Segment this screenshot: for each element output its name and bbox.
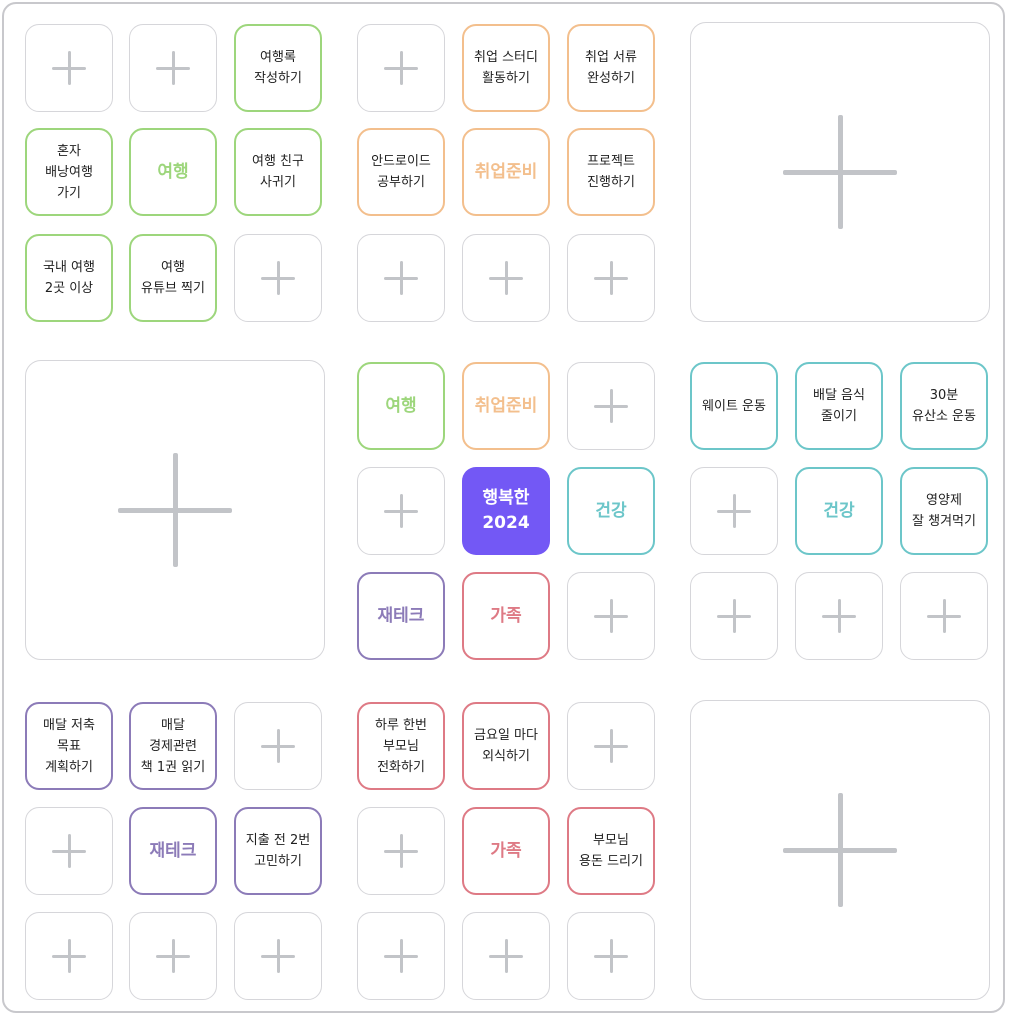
finance-block-center[interactable]: 재테크 <box>129 807 217 895</box>
plus-icon <box>384 939 418 973</box>
travel-action-cell[interactable]: 여행 유튜브 찍기 <box>129 234 217 322</box>
empty-block-2[interactable] <box>25 360 325 660</box>
plus-icon <box>927 599 961 633</box>
health-action-cell[interactable]: 30분 유산소 운동 <box>900 362 988 450</box>
family-action-cell[interactable]: 금요일 마다 외식하기 <box>462 702 550 790</box>
empty-goal-cell[interactable] <box>25 807 113 895</box>
family-block-center[interactable]: 가족 <box>462 807 550 895</box>
career-action-cell[interactable]: 취업 스터디 활동하기 <box>462 24 550 112</box>
mandalart-board: 여행록 작성하기 혼자 배낭여행 가기 여행 여행 친구 사귀기 국내 여행 2곳 이상… <box>2 2 1005 1013</box>
plus-icon <box>156 939 190 973</box>
empty-goal-cell[interactable] <box>234 702 322 790</box>
empty-goal-cell[interactable] <box>567 572 655 660</box>
core-goal-health[interactable]: 건강 <box>567 467 655 555</box>
core-goal-family[interactable]: 가족 <box>462 572 550 660</box>
empty-goal-cell[interactable] <box>795 572 883 660</box>
plus-icon <box>261 261 295 295</box>
plus-icon <box>384 494 418 528</box>
empty-block-1[interactable] <box>690 22 990 322</box>
empty-goal-cell[interactable] <box>357 467 445 555</box>
family-action-cell[interactable]: 하루 한번 부모님 전화하기 <box>357 702 445 790</box>
plus-icon <box>384 261 418 295</box>
empty-goal-cell[interactable] <box>234 234 322 322</box>
empty-goal-cell[interactable] <box>129 912 217 1000</box>
family-action-cell[interactable]: 부모님 용돈 드리기 <box>567 807 655 895</box>
plus-icon <box>594 729 628 763</box>
empty-goal-cell[interactable] <box>567 912 655 1000</box>
career-action-cell[interactable]: 프로젝트 진행하기 <box>567 128 655 216</box>
travel-action-cell[interactable]: 국내 여행 2곳 이상 <box>25 234 113 322</box>
empty-goal-cell[interactable] <box>25 912 113 1000</box>
empty-goal-cell[interactable] <box>357 234 445 322</box>
plus-icon <box>594 261 628 295</box>
main-goal-cell[interactable]: 행복한 2024 <box>462 467 550 555</box>
career-action-cell[interactable]: 취업 서류 완성하기 <box>567 24 655 112</box>
empty-goal-cell[interactable] <box>462 912 550 1000</box>
plus-icon <box>52 51 86 85</box>
plus-icon <box>489 261 523 295</box>
finance-action-cell[interactable]: 매달 경제관련 책 1권 읽기 <box>129 702 217 790</box>
health-action-cell[interactable]: 영양제 잘 챙겨먹기 <box>900 467 988 555</box>
health-block-center[interactable]: 건강 <box>795 467 883 555</box>
health-action-cell[interactable]: 웨이트 운동 <box>690 362 778 450</box>
empty-goal-cell[interactable] <box>690 572 778 660</box>
empty-goal-cell[interactable] <box>129 24 217 112</box>
plus-icon <box>52 834 86 868</box>
finance-action-cell[interactable]: 매달 저축 목표 계획하기 <box>25 702 113 790</box>
empty-goal-cell[interactable] <box>357 807 445 895</box>
plus-icon <box>594 389 628 423</box>
finance-action-cell[interactable]: 지출 전 2번 고민하기 <box>234 807 322 895</box>
core-goal-career[interactable]: 취업준비 <box>462 362 550 450</box>
travel-action-cell[interactable]: 여행 친구 사귀기 <box>234 128 322 216</box>
travel-action-cell[interactable]: 혼자 배낭여행 가기 <box>25 128 113 216</box>
plus-icon <box>156 51 190 85</box>
plus-icon <box>783 115 897 229</box>
empty-goal-cell[interactable] <box>690 467 778 555</box>
plus-icon <box>118 453 232 567</box>
core-goal-travel[interactable]: 여행 <box>357 362 445 450</box>
plus-icon <box>489 939 523 973</box>
plus-icon <box>717 599 751 633</box>
plus-icon <box>52 939 86 973</box>
empty-goal-cell[interactable] <box>357 912 445 1000</box>
plus-icon <box>594 939 628 973</box>
empty-goal-cell[interactable] <box>234 912 322 1000</box>
plus-icon <box>717 494 751 528</box>
core-goal-finance[interactable]: 재테크 <box>357 572 445 660</box>
plus-icon <box>783 793 897 907</box>
empty-goal-cell[interactable] <box>567 234 655 322</box>
empty-goal-cell[interactable] <box>900 572 988 660</box>
career-action-cell[interactable]: 안드로이드 공부하기 <box>357 128 445 216</box>
travel-action-cell[interactable]: 여행록 작성하기 <box>234 24 322 112</box>
empty-goal-cell[interactable] <box>567 362 655 450</box>
empty-goal-cell[interactable] <box>25 24 113 112</box>
empty-goal-cell[interactable] <box>567 702 655 790</box>
plus-icon <box>594 599 628 633</box>
plus-icon <box>384 51 418 85</box>
career-block-center[interactable]: 취업준비 <box>462 128 550 216</box>
empty-goal-cell[interactable] <box>357 24 445 112</box>
plus-icon <box>822 599 856 633</box>
health-action-cell[interactable]: 배달 음식 줄이기 <box>795 362 883 450</box>
empty-goal-cell[interactable] <box>462 234 550 322</box>
plus-icon <box>261 939 295 973</box>
travel-block-center[interactable]: 여행 <box>129 128 217 216</box>
plus-icon <box>261 729 295 763</box>
plus-icon <box>384 834 418 868</box>
empty-block-3[interactable] <box>690 700 990 1000</box>
